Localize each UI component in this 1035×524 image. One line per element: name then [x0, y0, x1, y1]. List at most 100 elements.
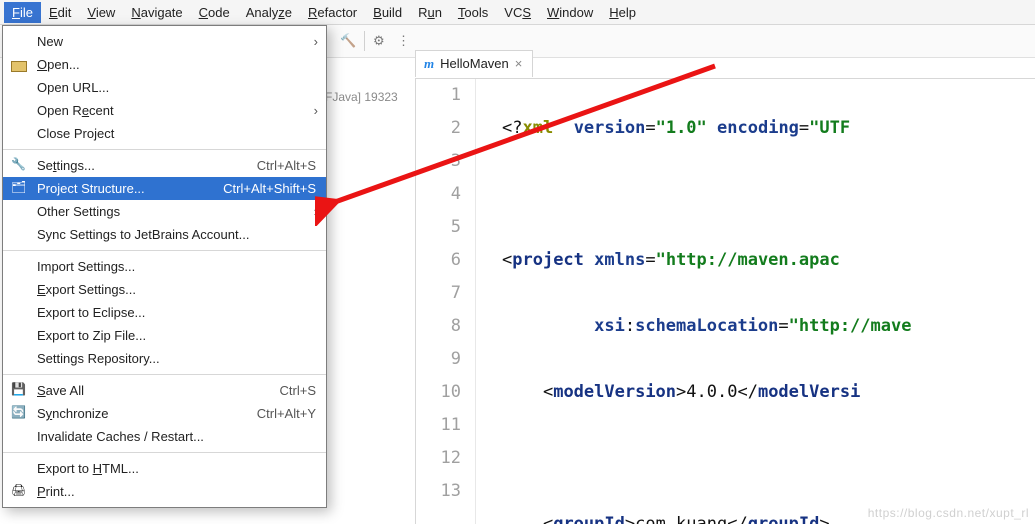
code-body[interactable]: <?xml version="1.0" encoding="UTF <proje…	[476, 79, 1035, 524]
menu-label: Open...	[37, 57, 80, 72]
code-line: <?xml version="1.0" encoding="UTF	[502, 112, 1035, 145]
line-number: 9	[416, 343, 461, 376]
chevron-right-icon: ›	[314, 103, 318, 118]
menu-run[interactable]: Run	[410, 2, 450, 23]
menu-label: Open Recent	[37, 103, 114, 118]
menu-label: Sync Settings to JetBrains Account...	[37, 227, 249, 242]
menu-item-print[interactable]: Print...	[3, 480, 326, 503]
code-line: <project xmlns="http://maven.apac	[502, 244, 1035, 277]
menu-refactor[interactable]: Refactor	[300, 2, 365, 23]
save-icon	[11, 383, 27, 399]
menu-item-export-eclipse[interactable]: Export to Eclipse...	[3, 301, 326, 324]
menu-label: Export to Eclipse...	[37, 305, 145, 320]
open-icon	[11, 57, 27, 73]
shortcut: Ctrl+Alt+S	[241, 158, 316, 173]
tab-hellomaven[interactable]: m HelloMaven ×	[415, 50, 533, 77]
more-icon[interactable]: ⋮	[397, 33, 413, 49]
menu-item-close-project[interactable]: Close Project	[3, 122, 326, 145]
menu-label: Export to HTML...	[37, 461, 139, 476]
menu-vcs[interactable]: VCS	[496, 2, 539, 23]
menu-separator	[3, 374, 326, 375]
menu-item-sync-settings[interactable]: Sync Settings to JetBrains Account...	[3, 223, 326, 246]
gutter: 1 2 3 4 5 6 7 8 9 10 11 12 13	[416, 79, 476, 524]
menu-navigate[interactable]: Navigate	[123, 2, 190, 23]
code-line	[502, 178, 1035, 211]
menu-item-open-recent[interactable]: Open Recent ›	[3, 99, 326, 122]
menu-item-export-zip[interactable]: Export to Zip File...	[3, 324, 326, 347]
editor-tabbar: m HelloMaven ×	[415, 48, 533, 78]
sync-icon	[11, 406, 27, 422]
menu-build[interactable]: Build	[365, 2, 410, 23]
menu-label: Other Settings	[37, 204, 120, 219]
tab-label: HelloMaven	[440, 56, 509, 71]
line-number: 11	[416, 409, 461, 442]
watermark: https://blog.csdn.net/xupt_rl	[868, 506, 1029, 520]
folder-icon	[11, 181, 27, 197]
chevron-right-icon: ›	[314, 204, 318, 219]
menu-label: Close Project	[37, 126, 114, 141]
menu-help[interactable]: Help	[601, 2, 644, 23]
line-number: 7	[416, 277, 461, 310]
menu-tools[interactable]: Tools	[450, 2, 496, 23]
menu-separator	[3, 452, 326, 453]
menu-item-open[interactable]: Open...	[3, 53, 326, 76]
line-number: 10	[416, 376, 461, 409]
shortcut: Ctrl+Alt+Y	[241, 406, 316, 421]
menu-label: Export to Zip File...	[37, 328, 146, 343]
close-icon[interactable]: ×	[515, 56, 523, 71]
menu-label: Import Settings...	[37, 259, 135, 274]
code-editor[interactable]: 1 2 3 4 5 6 7 8 9 10 11 12 13 <?xml vers…	[415, 78, 1035, 524]
code-line: xsi:schemaLocation="http://mave	[502, 310, 1035, 343]
menu-label: Save All	[37, 383, 84, 398]
menu-item-new[interactable]: New ›	[3, 30, 326, 53]
menu-item-other-settings[interactable]: Other Settings ›	[3, 200, 326, 223]
line-number: 13	[416, 475, 461, 508]
menu-label: New	[37, 34, 63, 49]
print-icon	[11, 484, 27, 500]
separator	[364, 31, 365, 51]
ide-window: File Edit View Navigate Code Analyze Ref…	[0, 0, 1035, 524]
menu-label: Synchronize	[37, 406, 109, 421]
menu-label: Invalidate Caches / Restart...	[37, 429, 204, 444]
menu-view[interactable]: View	[79, 2, 123, 23]
line-number: 1	[416, 79, 461, 112]
menu-item-export-settings[interactable]: Export Settings...	[3, 278, 326, 301]
wrench-icon	[11, 158, 27, 174]
project-tree-fragment[interactable]: FJava] 19323	[325, 90, 398, 104]
chevron-right-icon: ›	[314, 34, 318, 49]
line-number: 12	[416, 442, 461, 475]
shortcut: Ctrl+S	[264, 383, 316, 398]
code-line	[502, 442, 1035, 475]
menu-label: Open URL...	[37, 80, 109, 95]
maven-icon: m	[424, 56, 434, 72]
menu-item-import-settings[interactable]: Import Settings...	[3, 255, 326, 278]
menu-label: Settings Repository...	[37, 351, 160, 366]
line-number: 3	[416, 145, 461, 178]
hammer-icon[interactable]: 🔨	[340, 33, 356, 49]
menu-separator	[3, 250, 326, 251]
menu-item-synchronize[interactable]: Synchronize Ctrl+Alt+Y	[3, 402, 326, 425]
shortcut: Ctrl+Alt+Shift+S	[207, 181, 316, 196]
code-line: <modelVersion>4.0.0</modelVersi	[502, 376, 1035, 409]
menu-item-settings-repo[interactable]: Settings Repository...	[3, 347, 326, 370]
line-number: 6	[416, 244, 461, 277]
menu-edit[interactable]: Edit	[41, 2, 79, 23]
menu-item-project-structure[interactable]: Project Structure... Ctrl+Alt+Shift+S	[3, 177, 326, 200]
menu-item-save-all[interactable]: Save All Ctrl+S	[3, 379, 326, 402]
file-menu-dropdown: New › Open... Open URL... Open Recent › Cl…	[2, 25, 327, 508]
line-number: 2	[416, 112, 461, 145]
menu-item-invalidate[interactable]: Invalidate Caches / Restart...	[3, 425, 326, 448]
menu-label: Export Settings...	[37, 282, 136, 297]
gear-icon[interactable]: ⚙	[373, 33, 389, 49]
menu-item-settings[interactable]: Settings...Ctrl+Alt+S	[3, 154, 326, 177]
menu-file[interactable]: File	[4, 2, 41, 23]
menu-code[interactable]: Code	[191, 2, 238, 23]
menu-window[interactable]: Window	[539, 2, 601, 23]
menubar: File Edit View Navigate Code Analyze Ref…	[0, 0, 1035, 25]
menu-item-export-html[interactable]: Export to HTML...	[3, 457, 326, 480]
menu-label: Project Structure...	[37, 181, 145, 196]
menu-separator	[3, 149, 326, 150]
menu-item-open-url[interactable]: Open URL...	[3, 76, 326, 99]
line-number: 4	[416, 178, 461, 211]
menu-analyze[interactable]: Analyze	[238, 2, 300, 23]
